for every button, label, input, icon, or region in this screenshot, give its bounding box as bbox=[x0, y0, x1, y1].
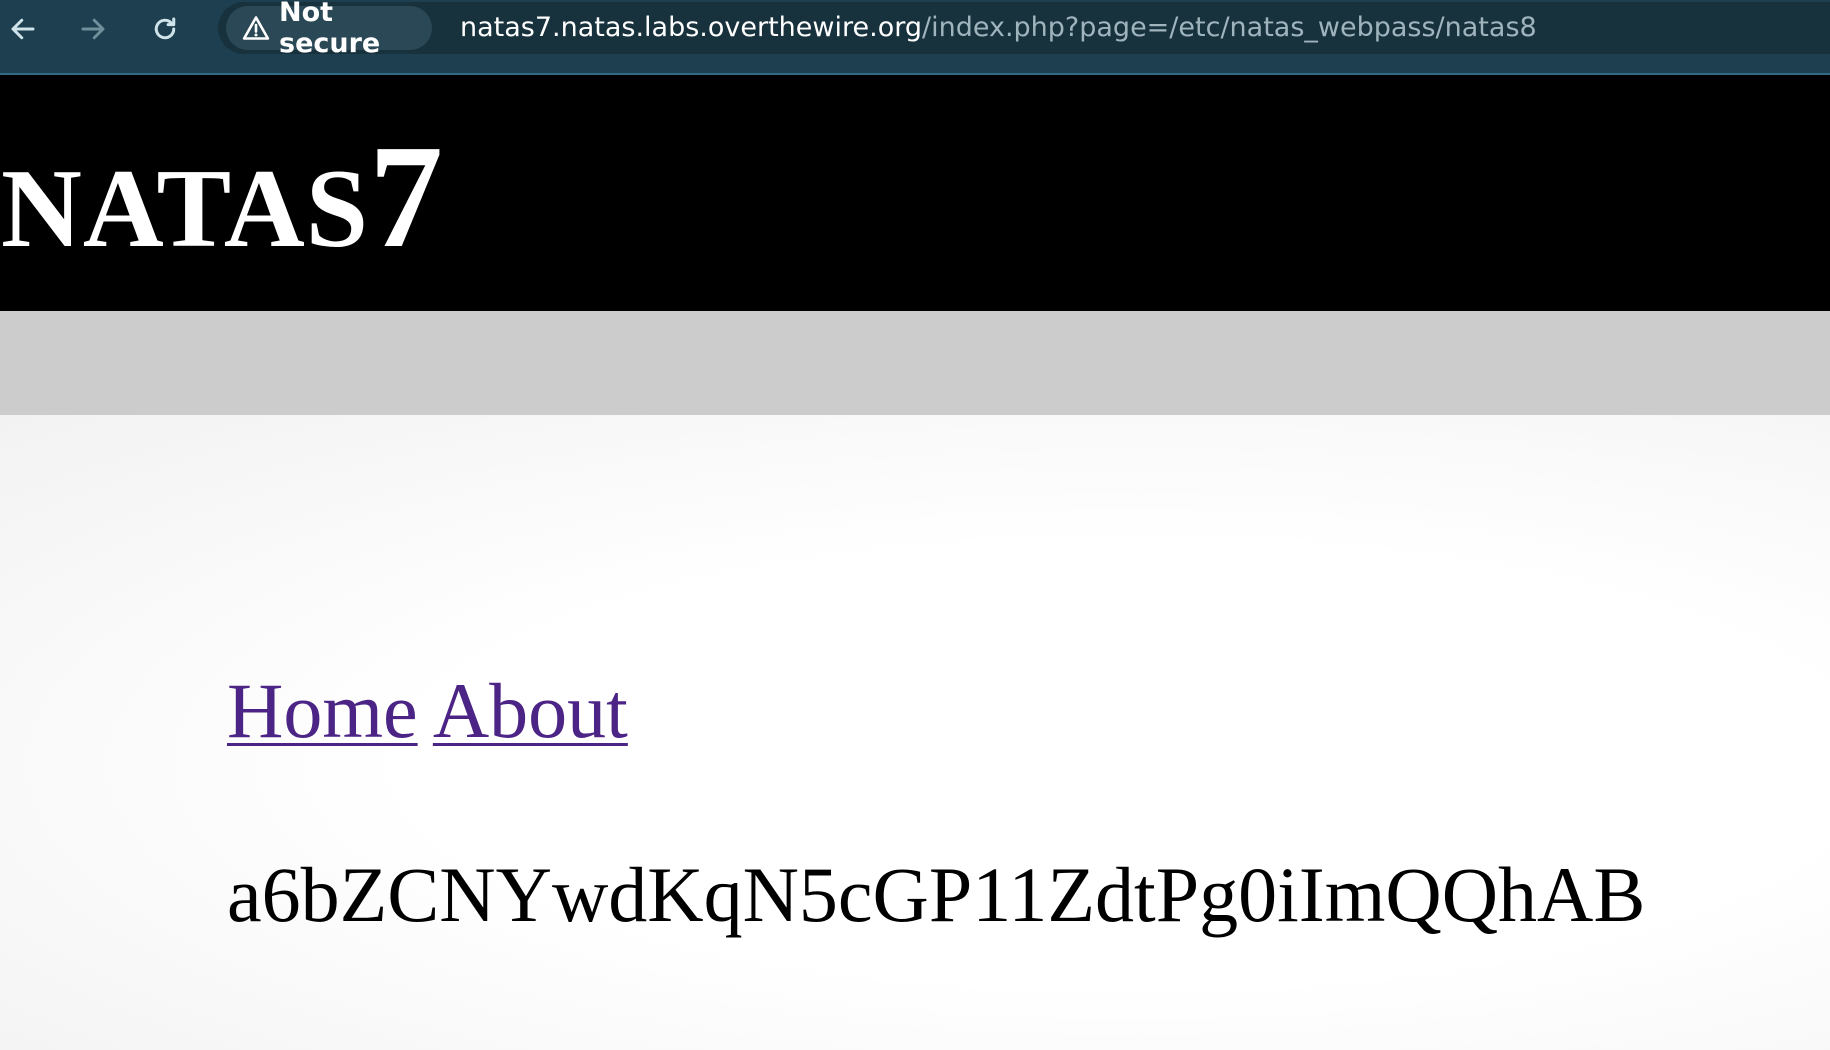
arrow-left-icon bbox=[8, 14, 38, 44]
address-bar[interactable]: Not secure natas7.natas.labs.overthewire… bbox=[218, 0, 1830, 59]
site-title: NATAS7 bbox=[1, 123, 444, 271]
site-title-number: 7 bbox=[369, 115, 445, 279]
security-indicator[interactable]: Not secure bbox=[226, 0, 432, 59]
forward-button[interactable] bbox=[70, 6, 116, 52]
site-title-text: NATAS bbox=[1, 147, 370, 271]
home-link[interactable]: Home bbox=[227, 667, 418, 754]
browser-toolbar: Not secure natas7.natas.labs.overthewire… bbox=[0, 0, 1830, 60]
page-nav: Home About bbox=[227, 672, 628, 750]
about-link[interactable]: About bbox=[433, 667, 628, 754]
url-text[interactable]: natas7.natas.labs.overthewire.org/index.… bbox=[460, 2, 1537, 54]
page-content-text: a6bZCNYwdKqN5cGP11ZdtPg0iImQQhAB bbox=[227, 851, 1646, 938]
header-band bbox=[0, 311, 1830, 427]
back-button[interactable] bbox=[0, 6, 46, 52]
content-area: Home About a6bZCNYwdKqN5cGP11ZdtPg0iImQQ… bbox=[0, 415, 1830, 1050]
toolbar-divider bbox=[0, 60, 1830, 75]
url-host: natas7.natas.labs.overthewire.org bbox=[460, 12, 922, 43]
security-label: Not secure bbox=[279, 0, 381, 59]
site-header: NATAS7 bbox=[0, 75, 1830, 311]
reload-button[interactable] bbox=[142, 6, 188, 52]
warning-triangle-icon bbox=[242, 15, 270, 41]
url-path: /index.php?page=/etc/natas_webpass/natas… bbox=[921, 12, 1537, 43]
arrow-right-icon bbox=[78, 14, 108, 44]
reload-icon bbox=[150, 14, 180, 44]
